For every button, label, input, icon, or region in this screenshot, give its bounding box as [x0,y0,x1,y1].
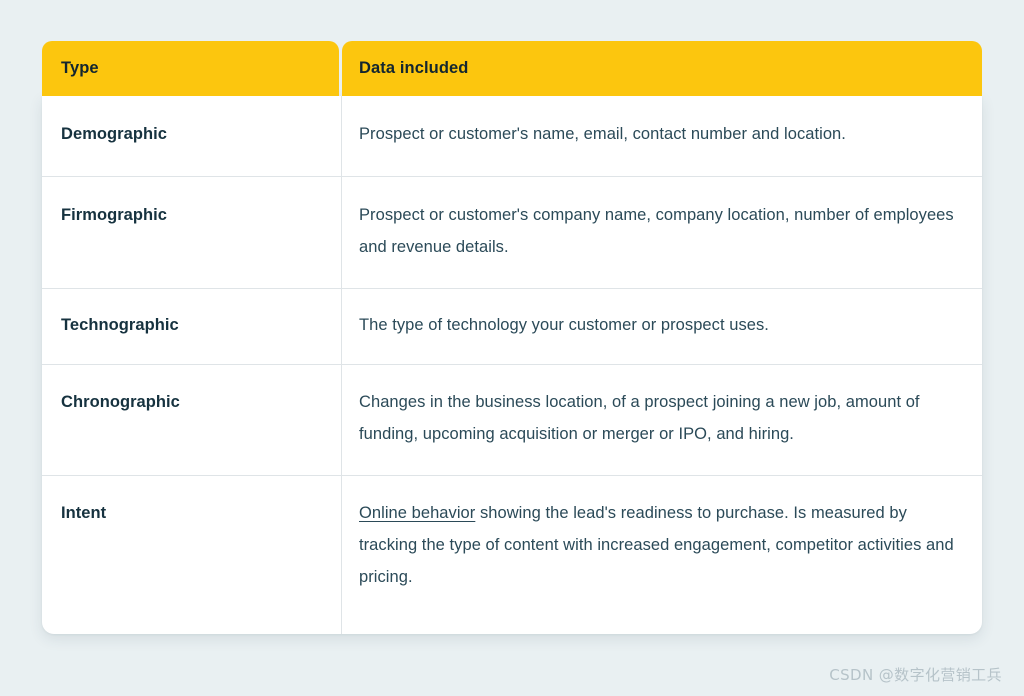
data-types-table: Type Data included Demographic Prospect … [42,41,982,634]
cell-data-included: Online behavior showing the lead's readi… [342,476,982,634]
online-behavior-link[interactable]: Online behavior [359,504,475,522]
row-type-label: Intent [61,504,107,522]
row-data-text: The type of technology your customer or … [359,316,769,334]
cell-data-included: Prospect or customer's name, email, cont… [342,96,982,176]
cell-data-included: The type of technology your customer or … [342,289,982,364]
row-type-label: Chronographic [61,393,180,411]
cell-data-included: Prospect or customer's company name, com… [342,177,982,288]
cell-type: Chronographic [42,365,342,475]
row-data-text: Prospect or customer's name, email, cont… [359,125,846,143]
row-data-text-with-link: Online behavior showing the lead's readi… [359,504,954,586]
table-row: Chronographic Changes in the business lo… [42,365,982,476]
row-data-text: Prospect or customer's company name, com… [359,206,954,256]
row-data-text: Changes in the business location, of a p… [359,393,920,443]
table-row: Technographic The type of technology you… [42,289,982,365]
table-header-row: Type Data included [42,41,982,96]
cell-type: Demographic [42,96,342,176]
column-header-data-included: Data included [342,41,982,96]
table-row: Intent Online behavior showing the lead'… [42,476,982,634]
cell-type: Intent [42,476,342,634]
column-header-type: Type [42,41,339,96]
row-type-label: Technographic [61,316,179,334]
cell-data-included: Changes in the business location, of a p… [342,365,982,475]
table-row: Demographic Prospect or customer's name,… [42,96,982,177]
cell-type: Technographic [42,289,342,364]
table-row: Firmographic Prospect or customer's comp… [42,177,982,289]
column-header-type-label: Type [61,59,99,77]
table-body: Demographic Prospect or customer's name,… [42,96,982,634]
row-type-label: Firmographic [61,206,168,224]
cell-type: Firmographic [42,177,342,288]
row-type-label: Demographic [61,125,167,143]
watermark: CSDN @数字化营销工兵 [829,666,1002,684]
column-header-data-included-label: Data included [359,59,469,77]
